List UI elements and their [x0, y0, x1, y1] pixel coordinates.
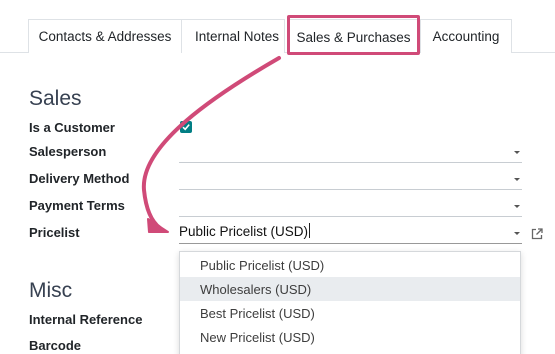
pricelist-dropdown: Public Pricelist (USD) Wholesalers (USD)… — [179, 251, 521, 354]
is-customer-checkbox[interactable] — [180, 121, 192, 133]
pricelist-value-wrap: Public Pricelist (USD) — [179, 223, 311, 239]
pricelist-option[interactable]: Best Pricelist (USD) — [180, 301, 520, 325]
barcode-label: Barcode — [29, 338, 82, 353]
internal-reference-label: Internal Reference — [29, 312, 143, 327]
salesperson-select[interactable] — [179, 141, 522, 163]
pricelist-select[interactable]: Public Pricelist (USD) — [179, 222, 522, 244]
section-title-sales: Sales — [29, 87, 82, 110]
tab-highlight-annotation — [287, 15, 420, 55]
pricelist-option-hovered[interactable]: Wholesalers (USD) — [180, 277, 520, 301]
payment-terms-select[interactable] — [179, 195, 522, 217]
caret-down-icon — [514, 232, 520, 235]
caret-down-icon — [514, 151, 520, 154]
tab-accounting[interactable]: Accounting — [420, 19, 512, 53]
caret-down-icon — [514, 205, 520, 208]
tab-contacts-addresses[interactable]: Contacts & Addresses — [28, 19, 182, 53]
delivery-method-select[interactable] — [179, 168, 522, 190]
pricelist-label: Pricelist — [29, 225, 80, 240]
tab-internal-notes[interactable]: Internal Notes — [181, 19, 285, 53]
is-customer-label: Is a Customer — [29, 120, 115, 135]
salesperson-label: Salesperson — [29, 144, 107, 159]
notebook-tabs: Contacts & Addresses Internal Notes Sale… — [0, 0, 555, 55]
text-cursor — [309, 223, 311, 238]
delivery-method-label: Delivery Method — [29, 171, 130, 186]
checkmark-icon — [182, 124, 190, 131]
pricelist-option[interactable]: New Pricelist (USD) — [180, 325, 520, 349]
section-title-misc: Misc — [29, 279, 73, 302]
pricelist-value: Public Pricelist (USD) — [179, 224, 309, 239]
payment-terms-label: Payment Terms — [29, 198, 125, 213]
pricelist-option[interactable]: Public Pricelist (USD) — [180, 253, 520, 277]
external-link-icon[interactable] — [530, 227, 544, 241]
caret-down-icon — [514, 178, 520, 181]
